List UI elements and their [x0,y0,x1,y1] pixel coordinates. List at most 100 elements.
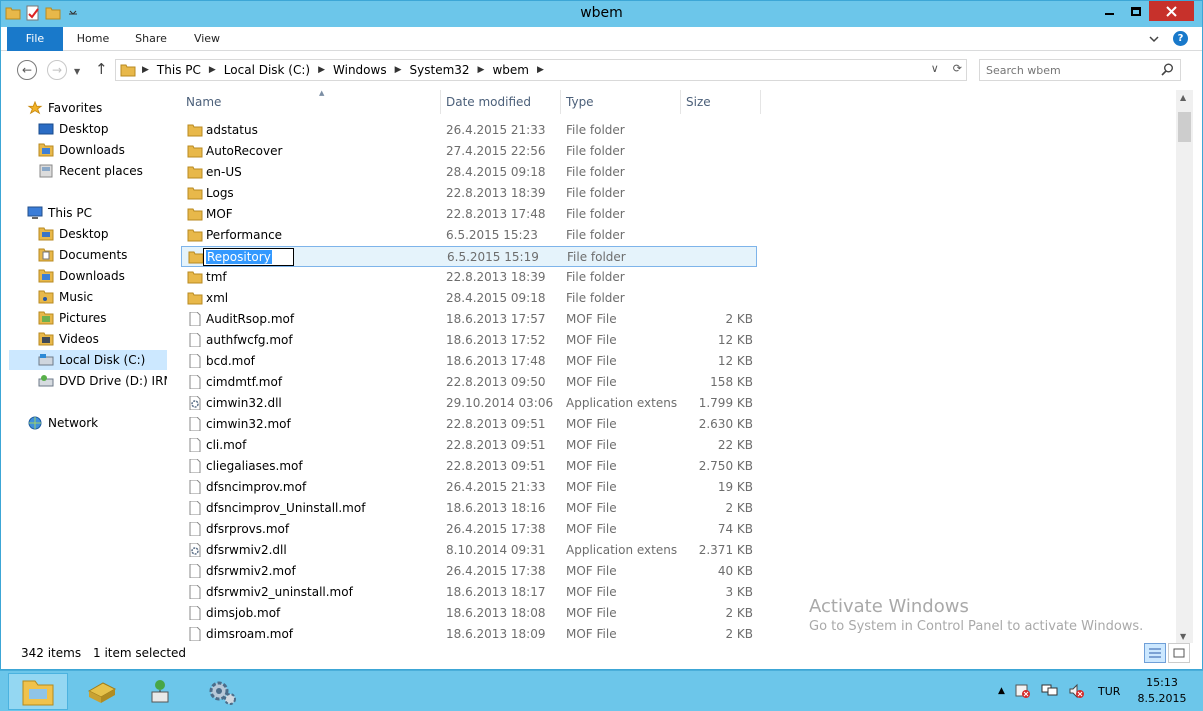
breadcrumb-local-disk[interactable]: Local Disk (C:) [224,63,310,77]
column-date-modified[interactable]: Date modified [441,90,561,114]
file-row[interactable]: dfsncimprov_Uninstall.mof 18.6.2013 18:16… [181,498,757,519]
search-icon[interactable] [1161,63,1174,76]
scroll-down-icon[interactable]: ▼ [1180,632,1186,641]
nav-favorites-downloads[interactable]: Downloads [38,140,125,160]
nav-favorites[interactable]: Favorites [27,98,102,118]
file-size: 3 KB [725,585,753,599]
back-button[interactable]: ← [17,60,37,80]
taskbar-file-explorer[interactable] [8,673,68,710]
file-size: 2 KB [725,627,753,641]
address-bar[interactable]: ▶ This PC ▶ Local Disk (C:) ▶ Windows ▶ … [115,59,967,81]
action-center-alert-icon[interactable] [1015,683,1031,699]
file-row[interactable]: cliegaliases.mof 22.8.2013 09:51 MOF File 2… [181,456,757,477]
downloads-folder-icon [38,143,54,157]
breadcrumb-separator-icon[interactable]: ▶ [209,65,216,75]
taskbar-network-app[interactable] [130,673,190,710]
breadcrumb-wbem[interactable]: wbem [492,63,529,77]
file-size: 2 KB [725,606,753,620]
up-button[interactable]: ↑ [95,60,108,78]
expand-ribbon-icon[interactable] [1148,33,1160,45]
file-type: MOF File [566,501,617,515]
tab-view[interactable]: View [181,27,233,51]
network-status-icon[interactable] [1041,683,1059,699]
file-row[interactable]: cimwin32.mof 22.8.2013 09:51 MOF File 2.630… [181,414,757,435]
nav-favorites-recent[interactable]: Recent places [38,161,143,181]
nav-favorites-desktop[interactable]: Desktop [38,119,109,139]
file-row[interactable]: dfsrwmiv2_uninstall.mof 18.6.2013 18:17 MO… [181,582,757,603]
file-icon [189,333,201,347]
file-row[interactable]: cimwin32.dll 29.10.2014 03:06 Application … [181,393,757,414]
file-row[interactable]: authfwcfg.mof 18.6.2013 17:52 MOF File 12 K… [181,330,757,351]
address-history-chevron-icon[interactable]: ∨ [931,62,939,75]
column-size[interactable]: Size [681,90,761,114]
file-row[interactable]: adstatus 26.4.2015 21:33 File folder [181,120,757,141]
nav-network[interactable]: Network [27,413,98,433]
taskbar-server-manager[interactable] [72,673,132,710]
breadcrumb-system32[interactable]: System32 [410,63,470,77]
file-row[interactable]: tmf 22.8.2013 18:39 File folder [181,267,757,288]
file-row[interactable]: AuditRsop.mof 18.6.2013 17:57 MOF File 2 KB [181,309,757,330]
file-row[interactable]: dimsroam.mof 18.6.2013 18:09 MOF File 2 KB [181,624,757,644]
breadcrumb-windows[interactable]: Windows [333,63,387,77]
nav-pc-pictures[interactable]: Pictures [38,308,107,328]
scroll-up-icon[interactable]: ▲ [1180,93,1186,102]
selection-count: 1 item selected [93,646,187,660]
file-row[interactable]: xml 28.4.2015 09:18 File folder [181,288,757,309]
breadcrumb-separator-icon[interactable]: ▶ [395,65,402,75]
nav-pc-music[interactable]: Music [38,287,93,307]
breadcrumb-separator-icon[interactable]: ▶ [318,65,325,75]
column-name[interactable]: Name [181,90,441,114]
file-row[interactable]: Repository 6.5.2015 15:19 File folder [181,246,757,267]
breadcrumb-this-pc[interactable]: This PC [157,63,201,77]
input-language-indicator[interactable]: TUR [1098,685,1120,698]
help-button[interactable]: ? [1173,31,1188,46]
details-view-button[interactable] [1144,643,1166,663]
forward-button[interactable]: → [47,60,67,80]
column-type[interactable]: Type [561,90,681,114]
file-type: MOF File [566,312,617,326]
file-row[interactable]: dfsrwmiv2.mof 26.4.2015 17:38 MOF File 40 K… [181,561,757,582]
file-row[interactable]: dimsjob.mof 18.6.2013 18:08 MOF File 2 KB [181,603,757,624]
search-input[interactable] [980,60,1150,80]
nav-pc-dvd-drive[interactable]: DVD Drive (D:) IRM_S [38,371,167,391]
nav-pc-desktop[interactable]: Desktop [38,224,109,244]
nav-pc-videos[interactable]: Videos [38,329,99,349]
close-button[interactable] [1149,1,1194,21]
nav-pc-local-disk[interactable]: Local Disk (C:) [9,350,167,370]
clock[interactable]: 15:13 8.5.2015 [1132,675,1192,707]
tab-file[interactable]: File [7,27,63,51]
folder-icon [187,229,203,242]
file-row[interactable]: dfsrwmiv2.dll 8.10.2014 09:31 Application … [181,540,757,561]
file-row[interactable]: MOF 22.8.2013 17:48 File folder [181,204,757,225]
nav-pc-documents[interactable]: Documents [38,245,127,265]
file-row[interactable]: en-US 28.4.2015 09:18 File folder [181,162,757,183]
file-row[interactable]: Logs 22.8.2013 18:39 File folder [181,183,757,204]
file-type: MOF File [566,438,617,452]
large-icons-view-button[interactable] [1168,643,1190,663]
file-row[interactable]: dfsrprovs.mof 26.4.2015 17:38 MOF File 74 K… [181,519,757,540]
vertical-scrollbar[interactable]: ▲ ▼ [1176,90,1193,644]
title-bar[interactable]: wbem [1,1,1202,27]
file-row[interactable]: Performance 6.5.2015 15:23 File folder [181,225,757,246]
nav-pc-downloads[interactable]: Downloads [38,266,125,286]
rename-field[interactable]: Repository [203,248,294,266]
recent-locations-chevron-icon[interactable]: ▼ [74,67,80,76]
taskbar: ▲ TUR 15:13 8.5.2015 [0,670,1203,711]
tab-home[interactable]: Home [67,27,119,51]
volume-muted-icon[interactable] [1069,683,1085,699]
minimize-button[interactable] [1097,1,1122,21]
breadcrumb-separator-icon[interactable]: ▶ [478,65,485,75]
file-row[interactable]: bcd.mof 18.6.2013 17:48 MOF File 12 KB [181,351,757,372]
file-row[interactable]: dfsncimprov.mof 26.4.2015 21:33 MOF File 19… [181,477,757,498]
nav-this-pc[interactable]: This PC [27,203,92,223]
refresh-icon[interactable]: ⟳ [953,62,962,75]
file-row[interactable]: AutoRecover 27.4.2015 22:56 File folder [181,141,757,162]
file-row[interactable]: cimdmtf.mof 22.8.2013 09:50 MOF File 158 KB [181,372,757,393]
show-hidden-icons-chevron-icon[interactable]: ▲ [998,686,1005,696]
breadcrumb-separator-icon[interactable]: ▶ [537,65,544,75]
tab-share[interactable]: Share [123,27,179,51]
file-row[interactable]: cli.mof 22.8.2013 09:51 MOF File 22 KB [181,435,757,456]
maximize-button[interactable] [1123,1,1148,21]
taskbar-settings-app[interactable] [192,673,252,710]
scroll-thumb[interactable] [1178,112,1191,142]
